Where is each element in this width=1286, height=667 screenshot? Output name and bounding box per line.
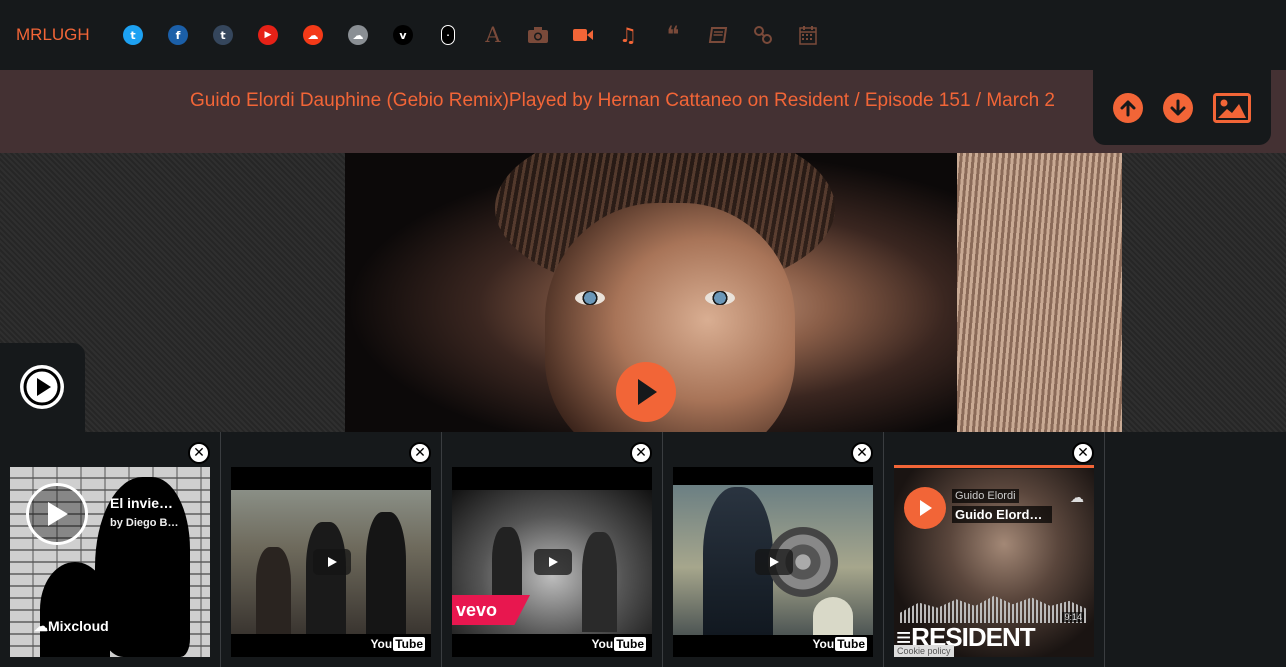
youtube-icon[interactable]: ▶ [257,24,279,46]
youtube-logo-you: You [591,637,614,651]
arrow-up-icon[interactable] [1113,92,1143,123]
playlist-card-soundcloud: ✕ Guido Elordi Guido Elord… ☁ 9:14 ≡RESI… [884,432,1105,667]
soundcloud-waveform[interactable] [900,595,1088,623]
close-icon[interactable]: ✕ [1072,442,1094,464]
youtube-logo[interactable]: You Tube [812,637,867,651]
background-photo-right [957,153,1122,432]
youtube-embed[interactable]: You Tube [231,467,431,657]
mixcloud-author[interactable]: by Diego B… [110,517,185,529]
youtube-play-button[interactable] [755,549,793,575]
mixcloud-play-button[interactable] [26,483,88,545]
playlist-strip: ✕ El invie… by Diego B… ☁Mixcloud ✕ You T… [0,432,1286,667]
camera-icon[interactable] [527,24,549,46]
youtube-logo-tube: Tube [614,637,646,651]
mixcloud-logo-label: Mixcloud [48,618,109,634]
close-icon[interactable]: ✕ [409,442,431,464]
youtube-embed[interactable]: vevo You Tube [452,467,652,657]
soundcloud-icon[interactable]: ☁ [1070,489,1084,506]
arrow-down-icon[interactable] [1163,92,1193,123]
youtube-logo[interactable]: You Tube [370,637,425,651]
calendar-icon[interactable] [797,24,819,46]
control-panel [1093,70,1271,145]
youtube-logo-tube: Tube [835,637,867,651]
soundcloud-duration: 9:14 [1062,612,1084,622]
youtube-logo-you: You [812,637,835,651]
youtube-play-button[interactable] [313,549,351,575]
playlist-card-mixcloud: ✕ El invie… by Diego B… ☁Mixcloud [0,432,221,667]
book-icon[interactable] [707,24,729,46]
youtube-logo[interactable]: You Tube [591,637,646,651]
mixcloud-icon[interactable]: ☁ [347,24,369,46]
social-icon-bar: t f t ▶ ☁ ☁ v · A ♫ ❝ [122,21,842,49]
mouse-icon[interactable]: · [437,24,459,46]
tumblr-icon[interactable]: t [212,24,234,46]
main-play-button[interactable] [20,365,64,409]
playlist-card-youtube-3: ✕ You Tube [663,432,884,667]
quote-icon[interactable]: ❝ [662,21,684,49]
video-camera-icon[interactable] [572,24,594,46]
hero-eye-left [575,291,605,305]
font-icon[interactable]: A [482,23,504,47]
vimeo-icon[interactable]: v [392,24,414,46]
player-panel [0,343,85,432]
soundcloud-top-line [894,465,1094,468]
mixcloud-embed[interactable]: El invie… by Diego B… ☁Mixcloud [10,467,210,657]
soundcloud-embed[interactable]: Guido Elordi Guido Elord… ☁ 9:14 ≡RESIDE… [894,469,1094,657]
hero-play-button[interactable] [616,362,676,422]
twitter-icon[interactable]: t [122,24,144,46]
youtube-logo-you: You [370,637,393,651]
close-icon[interactable]: ✕ [630,442,652,464]
site-brand[interactable]: MRLUGH [16,25,122,45]
hero-eye-right [705,291,735,305]
youtube-embed[interactable]: You Tube [673,467,873,657]
soundcloud-play-button[interactable] [904,487,946,529]
facebook-icon[interactable]: f [167,24,189,46]
cookie-policy-link[interactable]: Cookie policy [894,645,954,657]
soundcloud-icon[interactable]: ☁ [302,24,324,46]
image-icon[interactable] [1213,92,1251,123]
soundcloud-track[interactable]: Guido Elord… [952,506,1052,523]
youtube-logo-tube: Tube [393,637,425,651]
close-icon[interactable]: ✕ [851,442,873,464]
playlist-card-youtube-2: ✕ vevo You Tube [442,432,663,667]
close-icon[interactable]: ✕ [188,442,210,464]
youtube-play-button[interactable] [534,549,572,575]
now-playing-title[interactable]: Guido Elordi Dauphine (Gebio Remix)Playe… [190,90,1055,112]
top-nav-bar: MRLUGH t f t ▶ ☁ ☁ v · A ♫ ❝ [0,0,1286,70]
soundcloud-artist[interactable]: Guido Elordi [952,489,1019,503]
music-icon[interactable]: ♫ [617,23,639,47]
link-icon[interactable] [752,24,774,46]
playlist-card-youtube-1: ✕ You Tube [221,432,442,667]
mixcloud-title[interactable]: El invie… [110,495,195,511]
mixcloud-logo[interactable]: ☁Mixcloud [34,618,109,635]
